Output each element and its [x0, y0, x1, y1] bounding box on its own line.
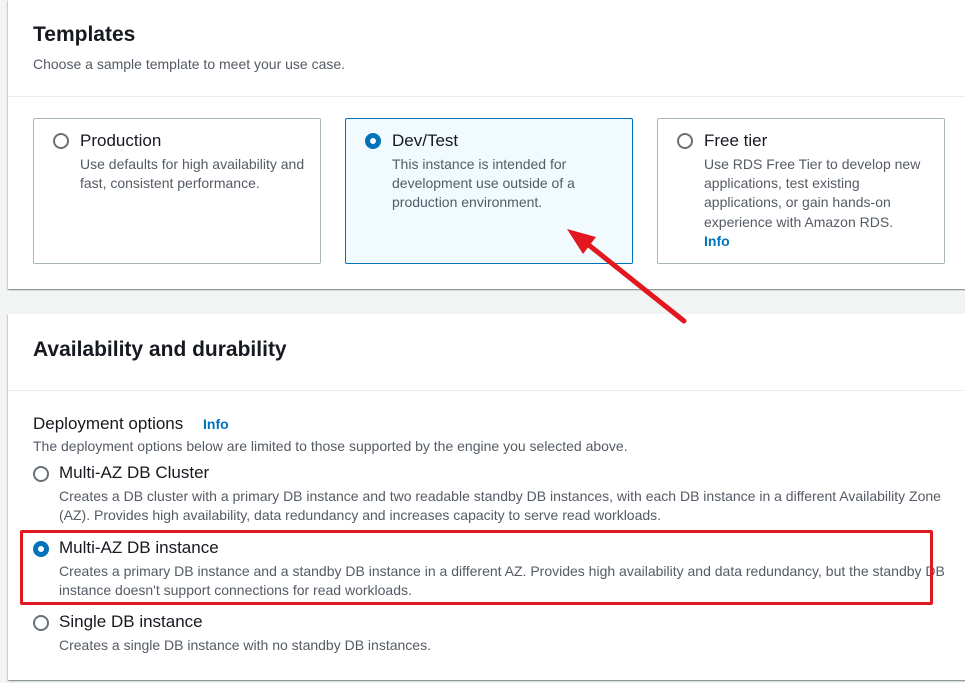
- multi-az-instance-label: Multi-AZ DB instance: [59, 538, 219, 557]
- multi-az-instance-radio[interactable]: [33, 541, 49, 557]
- free-tier-radio[interactable]: [677, 133, 693, 149]
- availability-header: Availability and durability: [8, 314, 965, 391]
- single-instance-label: Single DB instance: [59, 612, 203, 631]
- production-description: Use defaults for high availability and f…: [80, 156, 305, 192]
- devtest-description: This instance is intended for developmen…: [392, 156, 575, 211]
- free-tier-info-link[interactable]: Info: [704, 232, 930, 251]
- templates-panel: Templates Choose a sample template to me…: [8, 0, 965, 289]
- template-tile-production[interactable]: Production Use defaults for high availab…: [33, 118, 321, 264]
- single-instance-description: Creates a single DB instance with no sta…: [59, 637, 431, 653]
- deployment-options-description: The deployment options below are limited…: [33, 438, 628, 454]
- templates-description: Choose a sample template to meet your us…: [33, 56, 346, 72]
- deployment-info-link[interactable]: Info: [203, 416, 229, 432]
- deployment-options-label: Deployment options: [33, 414, 184, 433]
- templates-header: Templates Choose a sample template to me…: [8, 0, 965, 97]
- single-instance-radio[interactable]: [33, 615, 49, 631]
- production-radio[interactable]: [53, 133, 69, 149]
- template-tile-devtest[interactable]: Dev/Test This instance is intended for d…: [345, 118, 633, 264]
- availability-title: Availability and durability: [33, 338, 287, 361]
- multi-az-cluster-label: Multi-AZ DB Cluster: [59, 463, 210, 482]
- availability-panel: Availability and durability Deployment o…: [8, 314, 965, 680]
- multi-az-cluster-radio[interactable]: [33, 466, 49, 482]
- free-tier-label: Free tier: [704, 131, 768, 150]
- production-label: Production: [80, 131, 162, 150]
- multi-az-cluster-description: Creates a DB cluster with a primary DB i…: [59, 488, 941, 524]
- multi-az-instance-description: Creates a primary DB instance and a stan…: [59, 563, 945, 599]
- devtest-label: Dev/Test: [392, 131, 459, 150]
- free-tier-description: Use RDS Free Tier to develop new applica…: [704, 156, 921, 230]
- templates-title: Templates: [33, 23, 136, 46]
- template-tile-free-tier[interactable]: Free tier Use RDS Free Tier to develop n…: [657, 118, 945, 264]
- devtest-radio[interactable]: [365, 133, 381, 149]
- free-tier-description-block: Use RDS Free Tier to develop new applica…: [704, 155, 930, 251]
